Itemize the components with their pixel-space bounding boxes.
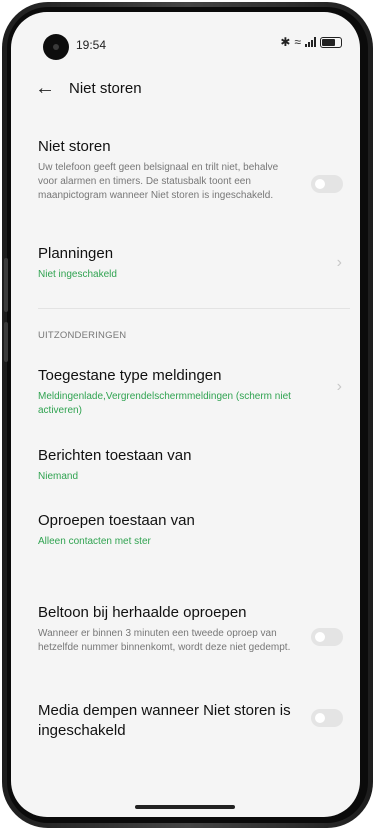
header: ← Niet storen [35,78,142,98]
schedules-title: Planningen [38,245,114,262]
notification-types-row[interactable]: Toegestane type meldingen Meldingenlade,… [38,366,350,418]
mute-media-toggle[interactable] [311,709,343,727]
signal-icon [305,37,316,47]
repeat-calls-row[interactable]: Beltoon bij herhaalde oproepen Wanneer e… [38,603,350,655]
chevron-right-icon: › [336,254,342,271]
schedules-row[interactable]: Planningen Niet ingeschakeld › [38,244,350,282]
wifi-icon: ≈ [294,35,301,49]
calls-title: Oproepen toestaan van [38,512,195,529]
divider [38,308,350,309]
battery-icon [320,36,342,48]
volume-button [4,258,8,312]
messages-title: Berichten toestaan van [38,447,192,464]
calls-row[interactable]: Oproepen toestaan van Alleen contacten m… [38,511,350,549]
repeat-calls-toggle[interactable] [311,628,343,646]
messages-value: Niemand [38,471,79,482]
dnd-description: Uw telefoon geeft geen belsignaal en tri… [38,162,279,201]
toggle-knob [315,713,325,723]
status-time: 19:54 [76,38,107,52]
dnd-title: Niet storen [38,138,111,155]
bluetooth-icon: ✱ [280,35,291,49]
phone-screen: 19:54 ✱ ≈ ← Niet storen Niet storen Uw t… [11,12,360,817]
notification-types-title: Toegestane type meldingen [38,367,222,384]
dnd-toggle[interactable] [311,175,343,193]
dnd-row[interactable]: Niet storen Uw telefoon geeft geen belsi… [38,137,350,203]
status-icons: ✱ ≈ [280,35,342,49]
schedules-status: Niet ingeschakeld [38,269,117,280]
side-button [4,322,8,362]
repeat-calls-title: Beltoon bij herhaalde oproepen [38,604,247,621]
repeat-calls-description: Wanneer er binnen 3 minuten een tweede o… [38,628,291,653]
back-arrow-icon[interactable]: ← [35,78,55,98]
section-label-exceptions: UITZONDERINGEN [38,330,127,341]
toggle-knob [315,179,325,189]
home-indicator[interactable] [135,805,235,809]
page-title: Niet storen [69,79,142,97]
front-camera [43,34,69,60]
toggle-knob [315,632,325,642]
messages-row[interactable]: Berichten toestaan van Niemand [38,446,350,484]
calls-value: Alleen contacten met ster [38,536,151,547]
chevron-right-icon: › [336,378,342,395]
notification-types-value: Meldingenlade,Vergrendelschermmeldingen … [38,391,291,416]
mute-media-row[interactable]: Media dempen wanneer Niet storen is inge… [38,701,350,741]
mute-media-title: Media dempen wanneer Niet storen is inge… [38,702,291,739]
